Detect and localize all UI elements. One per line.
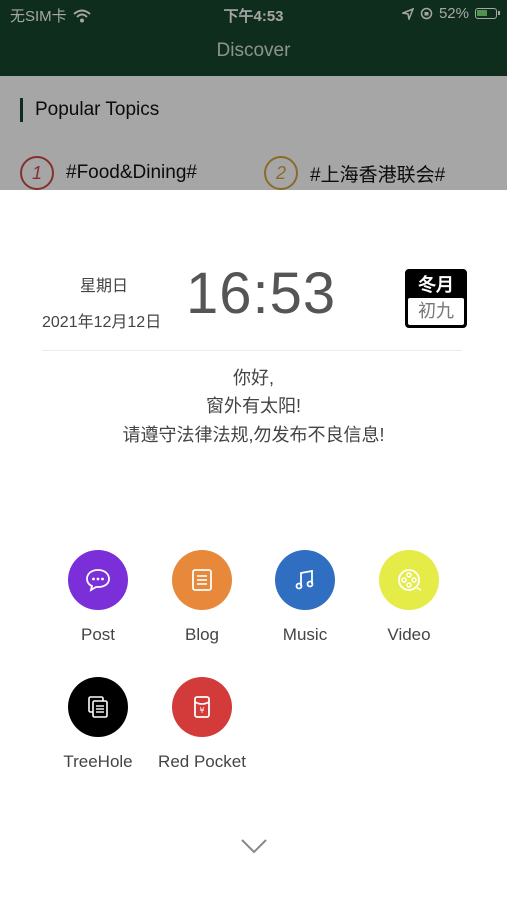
lunar-day: 初九 [408,298,464,325]
red-envelope-icon: ¥ [172,677,232,737]
action-label: Blog [184,625,220,644]
action-label: TreeHole [63,752,133,771]
lunar-calendar-badge: 冬月 初九 [405,269,467,328]
background-screen: 无SIM卡 下午4:53 52% Discover Popular Topics [0,0,507,190]
blog-button[interactable]: Blog [157,550,247,648]
post-button[interactable]: Post [53,550,143,648]
modal-backdrop[interactable] [0,0,507,190]
chat-bubble-icon [68,550,128,610]
music-note-icon [275,550,335,610]
chevron-down-icon[interactable] [241,838,267,854]
document-icon [172,550,232,610]
divider [42,350,462,351]
action-label: Music [282,625,328,644]
greeting-line: 你好, [232,368,274,388]
greeting-line: 窗外有太阳! [205,396,301,416]
greeting-line: 请遵守法律法规,勿发布不良信息! [122,425,385,445]
publish-sheet: 星期日 2021年12月12日 16:53 冬月 初九 你好, 窗外有太阳! 请… [0,190,507,900]
clock-display: 16:53 [186,261,337,326]
weekday-label: 星期日 [80,278,129,295]
video-button[interactable]: Video [364,550,454,648]
action-label: Red Pocket [158,752,246,771]
stacked-cards-icon [68,677,128,737]
treehole-button[interactable]: TreeHole [53,677,143,775]
action-label: Post [80,625,116,644]
action-label: Video [387,625,431,644]
lunar-month: 冬月 [418,275,454,295]
film-reel-icon [379,550,439,610]
date-label: 2021年12月12日 [42,314,162,331]
red-pocket-button[interactable]: ¥ Red Pocket [157,677,247,775]
music-button[interactable]: Music [260,550,350,648]
svg-text:¥: ¥ [199,706,204,715]
